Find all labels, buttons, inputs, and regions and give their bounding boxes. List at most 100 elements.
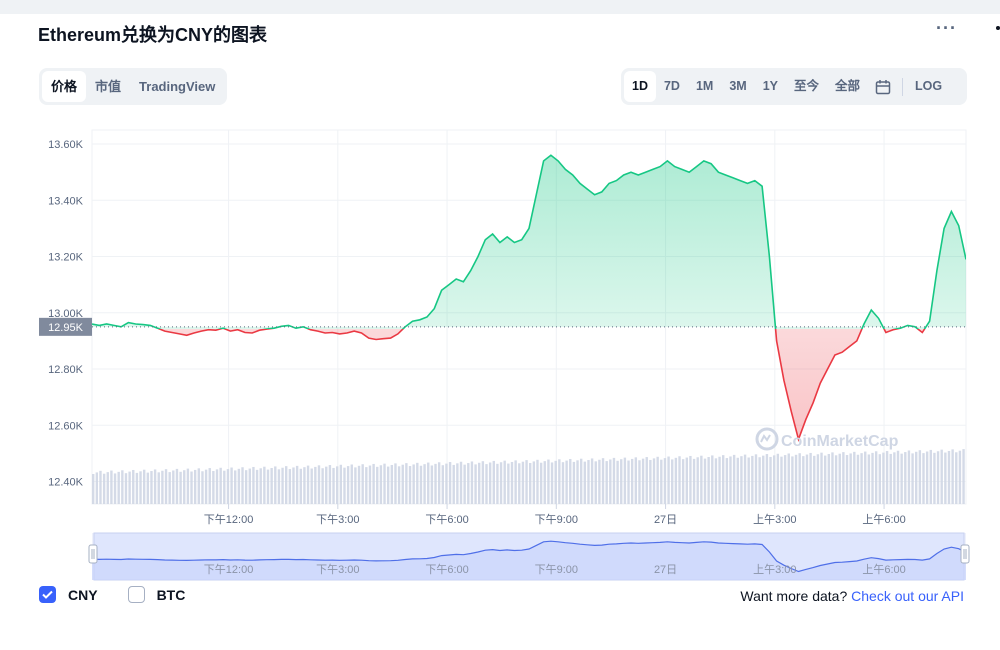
volume-bar xyxy=(204,469,208,504)
volume-bar xyxy=(529,463,532,504)
volume-bar xyxy=(743,454,747,504)
volume-bar xyxy=(441,465,444,504)
volume-bar xyxy=(408,466,412,504)
volume-bar xyxy=(339,464,343,504)
volume-bar xyxy=(958,450,962,504)
volume-bar xyxy=(834,455,838,504)
volume-bar xyxy=(423,464,426,504)
volume-bar xyxy=(263,466,266,504)
volume-bar xyxy=(186,468,190,504)
volume-bar xyxy=(751,455,754,504)
volume-bar xyxy=(314,466,317,504)
volume-bar xyxy=(306,465,310,504)
volume-bar xyxy=(871,452,874,504)
volume-bar xyxy=(645,457,648,504)
navigator-tick-label: 下午3:00 xyxy=(316,563,359,576)
volume-bar xyxy=(248,468,251,504)
volume-bar xyxy=(853,451,856,504)
x-tick-label: 上午6:00 xyxy=(862,513,905,526)
volume-bar xyxy=(656,456,659,504)
volume-bar xyxy=(652,458,656,504)
volume-bar xyxy=(787,453,790,504)
volume-bar xyxy=(925,451,929,504)
volume-bar xyxy=(197,468,201,504)
checkbox-unchecked-icon[interactable] xyxy=(127,586,145,603)
volume-bar xyxy=(448,462,452,504)
y-tick-label: 12.80K xyxy=(48,364,84,376)
volume-bar xyxy=(121,470,124,504)
volume-bar xyxy=(510,461,514,504)
volume-bar xyxy=(193,469,197,504)
volume-bar xyxy=(791,456,794,504)
volume-bar xyxy=(882,452,885,504)
volume-bar xyxy=(102,473,106,504)
volume-bar xyxy=(813,455,816,504)
volume-bar xyxy=(627,460,630,504)
volume-bar xyxy=(372,463,375,504)
range-navigator[interactable]: 下午12:00 下午3:00 下午6:00 下午9:00 27日 上午3:00 上午6:00 xyxy=(88,532,970,581)
more-data-note: Want more data? Check out our API xyxy=(740,588,964,604)
volume-bar xyxy=(590,458,594,504)
volume-bar xyxy=(259,468,262,504)
volume-bar xyxy=(889,453,892,504)
series-legend: CNY BTC xyxy=(39,586,215,603)
volume-bar xyxy=(809,452,812,504)
checkbox-checked-icon[interactable] xyxy=(39,586,56,603)
navigator-tick-label: 下午6:00 xyxy=(425,563,468,576)
volume-bar xyxy=(911,453,914,504)
legend-btc[interactable]: BTC xyxy=(127,586,186,603)
volume-bar xyxy=(292,467,295,504)
volume-bar xyxy=(722,455,725,504)
volume-bar xyxy=(849,453,852,504)
volume-bar xyxy=(488,462,492,504)
volume-bar xyxy=(208,468,211,504)
volume-bar xyxy=(736,457,739,504)
volume-bar xyxy=(321,468,324,504)
volume-bar xyxy=(900,453,903,504)
volume-bar xyxy=(554,460,557,504)
volume-bar xyxy=(150,471,153,504)
volume-bar xyxy=(769,456,772,504)
volume-bar xyxy=(117,471,120,504)
volume-bar xyxy=(175,468,179,504)
volume-bar xyxy=(605,461,608,504)
volume-bar xyxy=(164,469,168,504)
volume-bar xyxy=(732,454,736,504)
volume-bar xyxy=(940,449,943,504)
volume-bar xyxy=(572,461,576,504)
volume-bar xyxy=(142,469,146,504)
x-tick-label: 下午6:00 xyxy=(425,513,468,526)
x-tick-label: 上午3:00 xyxy=(753,513,796,526)
volume-bar xyxy=(762,455,765,504)
navigator-handle[interactable] xyxy=(960,544,970,564)
volume-bar xyxy=(376,466,379,504)
y-tick-label: 12.60K xyxy=(48,420,84,432)
volume-bar xyxy=(893,452,896,504)
volume-bar xyxy=(758,457,761,504)
navigator-handle[interactable] xyxy=(88,544,98,564)
volume-bar xyxy=(110,470,113,504)
volume-bar xyxy=(317,465,321,504)
volume-bar xyxy=(907,450,911,504)
api-link[interactable]: Check out our API xyxy=(851,588,964,604)
y-tick-label: 12.40K xyxy=(48,477,84,489)
legend-btc-label: BTC xyxy=(156,586,186,603)
volume-bar xyxy=(427,462,430,504)
volume-bar xyxy=(478,462,481,504)
volume-bar xyxy=(558,459,561,504)
volume-bar xyxy=(92,474,95,504)
volume-bar xyxy=(802,456,805,504)
volume-bar xyxy=(496,463,499,504)
volume-bar xyxy=(783,455,787,504)
volume-bar xyxy=(820,452,823,504)
volume-bar xyxy=(922,453,925,504)
volume-bar xyxy=(226,469,230,504)
volume-bar xyxy=(310,468,313,504)
volume-bar xyxy=(864,451,867,504)
volume-bar xyxy=(499,462,503,504)
volume-bar xyxy=(183,470,186,504)
more-data-text: Want more data? xyxy=(740,588,848,604)
volume-bar xyxy=(397,466,401,504)
legend-cny[interactable]: CNY xyxy=(39,586,98,603)
volume-bar xyxy=(663,458,667,504)
